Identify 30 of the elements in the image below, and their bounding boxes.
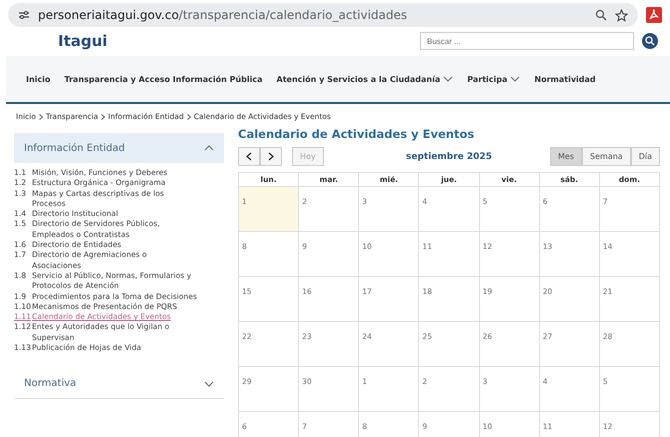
view-tab[interactable]: Mes — [550, 147, 582, 166]
address-bar[interactable]: personeriaitagui.gov.co/transparencia/calendario_actividades — [8, 3, 638, 27]
chevron-down-icon — [510, 76, 520, 82]
view-tab[interactable]: Semana — [582, 147, 631, 166]
site-settings-icon[interactable] — [18, 10, 30, 20]
month-title: septiembre 2025 — [406, 152, 492, 162]
nav-link[interactable]: Inicio — [26, 74, 50, 84]
chevron-up-icon — [204, 145, 214, 151]
page-title: Calendario de Actividades y Eventos — [238, 127, 476, 141]
nav-link[interactable]: Normatividad — [534, 74, 596, 84]
breadcrumb-chevron-icon — [186, 114, 191, 120]
breadcrumb-chevron-icon — [101, 114, 106, 120]
nav-link[interactable]: Atención y Servicios a la Ciudadanía — [276, 74, 454, 84]
next-button[interactable] — [260, 147, 282, 166]
previous-button[interactable] — [238, 147, 260, 166]
chevron-left-icon — [246, 152, 252, 161]
accordion-header[interactable]: Información Entidad — [14, 133, 224, 163]
pdf-extension-icon[interactable] — [646, 7, 662, 23]
star-icon[interactable] — [615, 8, 628, 22]
nav-link[interactable]: Transparencia y Acceso Información Pública — [64, 74, 262, 84]
search-field[interactable]: Buscar ... — [420, 32, 634, 50]
chevron-down-icon — [443, 76, 454, 82]
breadcrumb-chevron-icon — [38, 114, 43, 120]
nav-link[interactable]: Participa — [467, 74, 520, 84]
chevron-down-icon — [204, 380, 214, 387]
zoom-icon[interactable] — [595, 9, 607, 21]
site-logo-text[interactable]: Itagui — [58, 34, 108, 48]
chevron-right-icon — [268, 152, 274, 161]
view-tab[interactable]: Día — [630, 147, 660, 166]
search-icon[interactable] — [642, 33, 658, 49]
